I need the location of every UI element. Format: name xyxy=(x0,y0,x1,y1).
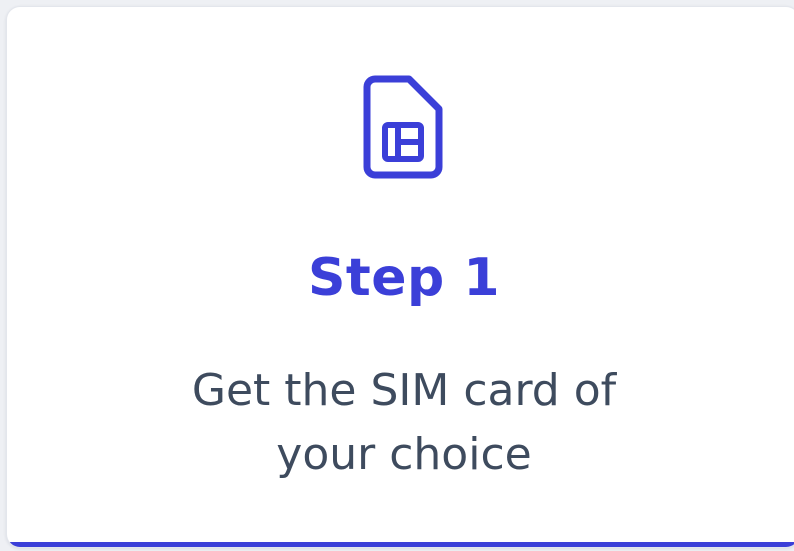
step-description: Get the SIM card of your choice xyxy=(191,365,617,480)
step-title: Step 1 xyxy=(307,248,501,308)
step-card: Step 1 Get the SIM card of your choice xyxy=(6,6,794,548)
page: Step 1 Get the SIM card of your choice xyxy=(0,0,794,551)
card-accent-bar xyxy=(7,542,794,547)
sim-card-icon xyxy=(363,75,443,179)
